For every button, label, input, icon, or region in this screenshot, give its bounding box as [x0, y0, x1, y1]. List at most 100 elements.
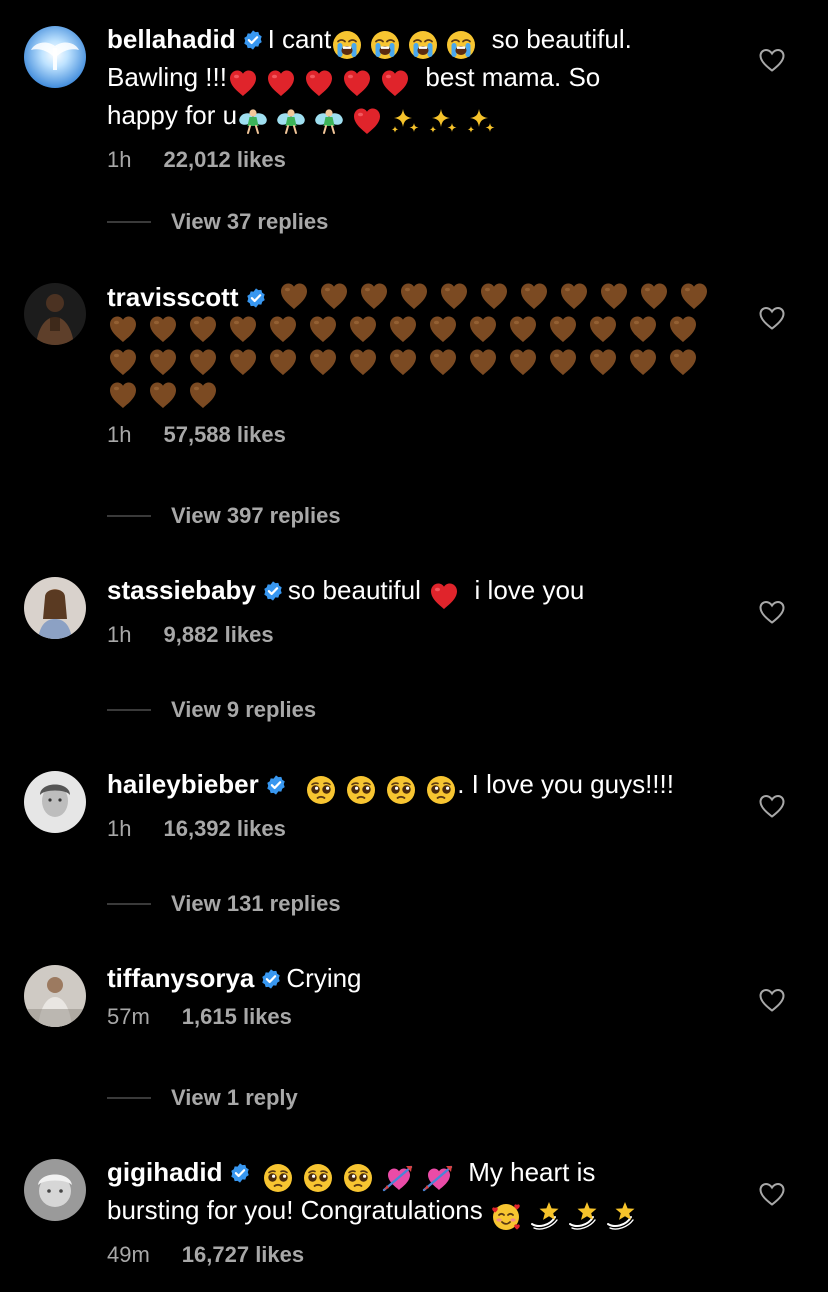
pleading-face-icon: [345, 774, 377, 806]
comment-text: My heart is: [468, 1157, 596, 1187]
sparkles-icon: [389, 105, 421, 137]
avatar-photo: [24, 283, 86, 345]
like-heart-icon[interactable]: [758, 47, 786, 73]
red-heart-icon: [303, 67, 335, 99]
brown-heart-icon: [427, 313, 459, 345]
comment-time: 1h: [107, 622, 132, 647]
avatar-photo: [24, 1159, 86, 1221]
comment-meta: 57m 1,615 likes: [107, 1004, 727, 1030]
brown-heart-icon: [518, 280, 550, 312]
comment-time: 1h: [107, 147, 132, 172]
likes-count[interactable]: 16,392 likes: [163, 816, 285, 841]
brown-heart-icon: [358, 280, 390, 312]
comment-text: so beautiful: [287, 575, 421, 605]
brown-heart-icon: [387, 346, 419, 378]
likes-count[interactable]: 9,882 likes: [163, 622, 273, 647]
loudly-crying-face-icon: [407, 29, 439, 61]
brown-heart-icon: [147, 346, 179, 378]
fairy-icon: [275, 105, 307, 137]
username[interactable]: gigihadid: [107, 1157, 223, 1187]
view-replies-label: View 9 replies: [171, 697, 317, 722]
emoji-group: [262, 1162, 454, 1194]
emoji-group: [305, 774, 457, 806]
heart-with-arrow-icon: [422, 1162, 454, 1194]
brown-heart-icon: [398, 280, 430, 312]
likes-count[interactable]: 57,588 likes: [163, 422, 285, 447]
brown-heart-icon: [507, 313, 539, 345]
brown-heart-icon: [667, 346, 699, 378]
avatar[interactable]: [24, 26, 86, 88]
comment-meta: 1h 9,882 likes: [107, 622, 727, 648]
brown-heart-icon: [347, 346, 379, 378]
replies-divider: [107, 515, 151, 517]
comment-time: 1h: [107, 816, 132, 841]
dizzy-icon: [604, 1200, 636, 1232]
avatar[interactable]: [24, 1159, 86, 1221]
replies-divider: [107, 903, 151, 905]
brown-heart-icon: [478, 280, 510, 312]
verified-badge-icon: [245, 287, 267, 309]
dizzy-icon: [528, 1200, 560, 1232]
heart-with-arrow-icon: [382, 1162, 414, 1194]
avatar[interactable]: [24, 283, 86, 345]
brown-heart-icon: [267, 313, 299, 345]
likes-count[interactable]: 16,727 likes: [182, 1242, 304, 1267]
comment-text: best mama. So: [425, 62, 601, 92]
brown-heart-icon: [558, 280, 590, 312]
username[interactable]: stassiebaby: [107, 575, 256, 605]
brown-heart-icon: [627, 346, 659, 378]
avatar[interactable]: [24, 577, 86, 639]
username[interactable]: bellahadid: [107, 24, 236, 54]
brown-heart-icon: [467, 313, 499, 345]
username[interactable]: tiffanysorya: [107, 963, 254, 993]
brown-heart-icon: [147, 379, 179, 411]
comment-meta: 1h 22,012 likes: [107, 147, 727, 173]
avatar-angel-image: [24, 26, 86, 88]
emoji-group: [331, 29, 477, 61]
emoji-group: [490, 1200, 636, 1232]
comment-text: bursting for you! Congratulations: [107, 1195, 483, 1225]
view-replies-button[interactable]: View 397 replies: [107, 501, 341, 531]
smiling-face-with-hearts-icon: [490, 1200, 522, 1232]
dizzy-icon: [566, 1200, 598, 1232]
view-replies-button[interactable]: View 1 reply: [107, 1083, 298, 1113]
like-heart-icon[interactable]: [758, 1181, 786, 1207]
brown-heart-icon: [307, 346, 339, 378]
brown-heart-icon: [187, 313, 219, 345]
replies-divider: [107, 221, 151, 223]
brown-heart-icon: [318, 280, 350, 312]
comment-text: so beautiful.: [491, 24, 632, 54]
like-heart-icon[interactable]: [758, 305, 786, 331]
red-heart-icon: [341, 67, 373, 99]
likes-count[interactable]: 1,615 likes: [182, 1004, 292, 1029]
brown-heart-icon: [427, 346, 459, 378]
pleading-face-icon: [262, 1162, 294, 1194]
comments-list: bellahadid I cant so beautiful. Bawling !!…: [0, 0, 828, 1292]
avatar-photo: [24, 577, 86, 639]
brown-heart-icon: [467, 346, 499, 378]
like-heart-icon[interactable]: [758, 987, 786, 1013]
pleading-face-icon: [342, 1162, 374, 1194]
brown-heart-icon: [587, 346, 619, 378]
brown-heart-icon: [278, 280, 310, 312]
username[interactable]: travisscott: [107, 282, 239, 312]
brown-heart-icon: [598, 280, 630, 312]
brown-heart-icon: [107, 379, 139, 411]
verified-badge-icon: [242, 29, 264, 51]
like-heart-icon[interactable]: [758, 599, 786, 625]
loudly-crying-face-icon: [331, 29, 363, 61]
view-replies-label: View 397 replies: [171, 503, 341, 528]
view-replies-button[interactable]: View 131 replies: [107, 889, 341, 919]
likes-count[interactable]: 22,012 likes: [163, 147, 285, 172]
verified-badge-icon: [229, 1162, 251, 1184]
view-replies-button[interactable]: View 37 replies: [107, 207, 328, 237]
username[interactable]: haileybieber: [107, 769, 259, 799]
fairy-icon: [313, 105, 345, 137]
like-heart-icon[interactable]: [758, 793, 786, 819]
brown-heart-icon: [387, 313, 419, 345]
view-replies-button[interactable]: View 9 replies: [107, 695, 316, 725]
avatar[interactable]: [24, 771, 86, 833]
pleading-face-icon: [305, 774, 337, 806]
avatar-photo: [24, 965, 86, 1027]
avatar[interactable]: [24, 965, 86, 1027]
